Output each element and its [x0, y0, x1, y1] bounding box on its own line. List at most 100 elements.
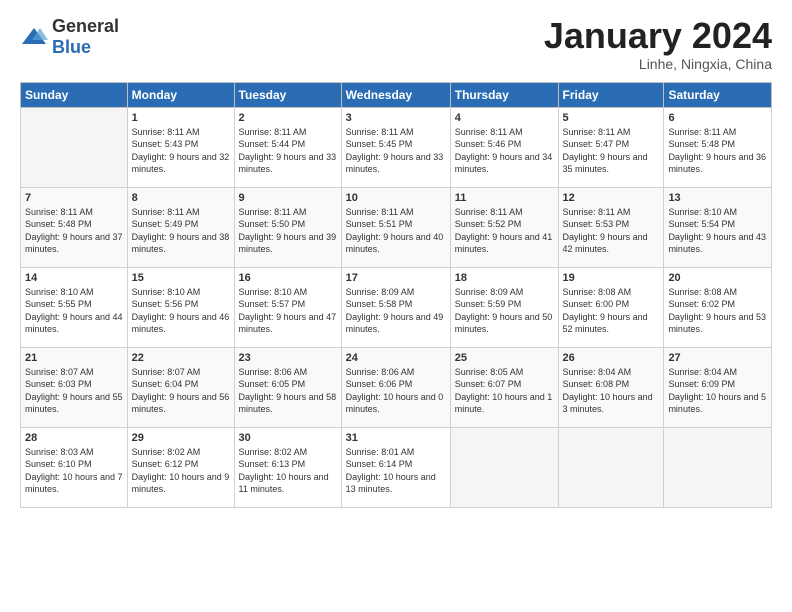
day-number: 25 — [455, 352, 554, 364]
day-info: Sunrise: 8:11 AMSunset: 5:49 PMDaylight:… — [132, 206, 230, 256]
table-row: 23 Sunrise: 8:06 AMSunset: 6:05 PMDayligh… — [234, 347, 341, 427]
day-info: Sunrise: 8:06 AMSunset: 6:06 PMDaylight:… — [346, 366, 446, 416]
table-row: 16Sunrise: 8:10 AMSunset: 5:57 PMDayligh… — [234, 267, 341, 347]
table-row: 18 Sunrise: 8:09 AMSunset: 5:59 PMDayligh… — [450, 267, 558, 347]
header-row: Sunday Monday Tuesday Wednesday Thursday… — [21, 82, 772, 107]
table-row: 19 Sunrise: 8:08 AMSunset: 6:00 PMDayligh… — [558, 267, 664, 347]
month-title: January 2024 — [544, 16, 772, 56]
table-row — [450, 427, 558, 507]
day-info: Sunrise: 8:08 AMSunset: 6:00 PMDaylight:… — [563, 286, 660, 336]
table-row: 20 Sunrise: 8:08 AMSunset: 6:02 PMDayligh… — [664, 267, 772, 347]
day-info: Sunrise: 8:11 AMSunset: 5:47 PMDaylight:… — [563, 126, 660, 176]
day-info: Sunrise: 8:02 AMSunset: 6:12 PMDaylight:… — [132, 446, 230, 496]
day-number: 18 — [455, 272, 554, 284]
table-row: 6Sunrise: 8:11 AMSunset: 5:48 PMDaylight… — [664, 107, 772, 187]
day-number: 22 — [132, 352, 230, 364]
table-row: 4Sunrise: 8:11 AMSunset: 5:46 PMDaylight… — [450, 107, 558, 187]
title-area: January 2024 Linhe, Ningxia, China — [544, 16, 772, 72]
day-number: 1 — [132, 112, 230, 124]
col-monday: Monday — [127, 82, 234, 107]
table-row: 21Sunrise: 8:07 AMSunset: 6:03 PMDayligh… — [21, 347, 128, 427]
table-row: 14 Sunrise: 8:10 AMSunset: 5:55 PMDayligh… — [21, 267, 128, 347]
day-info: Sunrise: 8:01 AMSunset: 6:14 PMDaylight:… — [346, 446, 446, 496]
table-row: 28Sunrise: 8:03 AMSunset: 6:10 PMDayligh… — [21, 427, 128, 507]
table-row: 2Sunrise: 8:11 AMSunset: 5:44 PMDaylight… — [234, 107, 341, 187]
day-number: 12 — [563, 192, 660, 204]
day-info: Sunrise: 8:10 AMSunset: 5:55 PMDaylight:… — [25, 286, 123, 336]
day-info: Sunrise: 8:11 AMSunset: 5:53 PMDaylight:… — [563, 206, 660, 256]
table-row: 11Sunrise: 8:11 AMSunset: 5:52 PMDayligh… — [450, 187, 558, 267]
table-row — [558, 427, 664, 507]
day-info: Sunrise: 8:08 AMSunset: 6:02 PMDaylight:… — [668, 286, 767, 336]
table-row: 24 Sunrise: 8:06 AMSunset: 6:06 PMDayligh… — [341, 347, 450, 427]
table-row: 3Sunrise: 8:11 AMSunset: 5:45 PMDaylight… — [341, 107, 450, 187]
day-number: 30 — [239, 432, 337, 444]
day-number: 29 — [132, 432, 230, 444]
table-row: 27 Sunrise: 8:04 AMSunset: 6:09 PMDayligh… — [664, 347, 772, 427]
day-info: Sunrise: 8:04 AMSunset: 6:08 PMDaylight:… — [563, 366, 660, 416]
day-info: Sunrise: 8:07 AMSunset: 6:03 PMDaylight:… — [25, 366, 123, 416]
day-info: Sunrise: 8:09 AMSunset: 5:58 PMDaylight:… — [346, 286, 446, 336]
calendar-week-row: 14 Sunrise: 8:10 AMSunset: 5:55 PMDayligh… — [21, 267, 772, 347]
table-row: 22 Sunrise: 8:07 AMSunset: 6:04 PMDayligh… — [127, 347, 234, 427]
day-number: 20 — [668, 272, 767, 284]
day-number: 11 — [455, 192, 554, 204]
day-number: 13 — [668, 192, 767, 204]
table-row: 26 Sunrise: 8:04 AMSunset: 6:08 PMDayligh… — [558, 347, 664, 427]
table-row: 9 Sunrise: 8:11 AMSunset: 5:50 PMDaylight… — [234, 187, 341, 267]
calendar-week-row: 28Sunrise: 8:03 AMSunset: 6:10 PMDayligh… — [21, 427, 772, 507]
day-info: Sunrise: 8:11 AMSunset: 5:48 PMDaylight:… — [25, 206, 123, 256]
page-container: General Blue January 2024 Linhe, Ningxia… — [0, 0, 792, 518]
day-info: Sunrise: 8:11 AMSunset: 5:50 PMDaylight:… — [239, 206, 337, 256]
table-row — [664, 427, 772, 507]
day-number: 7 — [25, 192, 123, 204]
table-row — [21, 107, 128, 187]
day-number: 27 — [668, 352, 767, 364]
day-info: Sunrise: 8:02 AMSunset: 6:13 PMDaylight:… — [239, 446, 337, 496]
day-number: 23 — [239, 352, 337, 364]
logo-icon — [20, 26, 48, 48]
day-info: Sunrise: 8:09 AMSunset: 5:59 PMDaylight:… — [455, 286, 554, 336]
day-number: 5 — [563, 112, 660, 124]
logo-general: General — [52, 16, 119, 36]
table-row: 31 Sunrise: 8:01 AMSunset: 6:14 PMDayligh… — [341, 427, 450, 507]
table-row: 15Sunrise: 8:10 AMSunset: 5:56 PMDayligh… — [127, 267, 234, 347]
header: General Blue January 2024 Linhe, Ningxia… — [20, 16, 772, 72]
logo: General Blue — [20, 16, 119, 58]
day-info: Sunrise: 8:07 AMSunset: 6:04 PMDaylight:… — [132, 366, 230, 416]
day-info: Sunrise: 8:11 AMSunset: 5:48 PMDaylight:… — [668, 126, 767, 176]
table-row: 25 Sunrise: 8:05 AMSunset: 6:07 PMDayligh… — [450, 347, 558, 427]
day-info: Sunrise: 8:11 AMSunset: 5:51 PMDaylight:… — [346, 206, 446, 256]
col-tuesday: Tuesday — [234, 82, 341, 107]
table-row: 30 Sunrise: 8:02 AMSunset: 6:13 PMDayligh… — [234, 427, 341, 507]
day-info: Sunrise: 8:10 AMSunset: 5:54 PMDaylight:… — [668, 206, 767, 256]
day-number: 3 — [346, 112, 446, 124]
table-row: 17Sunrise: 8:09 AMSunset: 5:58 PMDayligh… — [341, 267, 450, 347]
col-sunday: Sunday — [21, 82, 128, 107]
day-number: 26 — [563, 352, 660, 364]
calendar-week-row: 7 Sunrise: 8:11 AMSunset: 5:48 PMDaylight… — [21, 187, 772, 267]
calendar-week-row: 21Sunrise: 8:07 AMSunset: 6:03 PMDayligh… — [21, 347, 772, 427]
logo-text: General Blue — [52, 16, 119, 58]
day-number: 9 — [239, 192, 337, 204]
day-info: Sunrise: 8:10 AMSunset: 5:56 PMDaylight:… — [132, 286, 230, 336]
day-info: Sunrise: 8:06 AMSunset: 6:05 PMDaylight:… — [239, 366, 337, 416]
table-row: 29 Sunrise: 8:02 AMSunset: 6:12 PMDayligh… — [127, 427, 234, 507]
table-row: 13 Sunrise: 8:10 AMSunset: 5:54 PMDayligh… — [664, 187, 772, 267]
table-row: 10Sunrise: 8:11 AMSunset: 5:51 PMDayligh… — [341, 187, 450, 267]
day-info: Sunrise: 8:04 AMSunset: 6:09 PMDaylight:… — [668, 366, 767, 416]
day-number: 24 — [346, 352, 446, 364]
table-row: 1 Sunrise: 8:11 AMSunset: 5:43 PMDaylight… — [127, 107, 234, 187]
day-info: Sunrise: 8:11 AMSunset: 5:43 PMDaylight:… — [132, 126, 230, 176]
day-number: 4 — [455, 112, 554, 124]
col-friday: Friday — [558, 82, 664, 107]
table-row: 5 Sunrise: 8:11 AMSunset: 5:47 PMDaylight… — [558, 107, 664, 187]
day-number: 19 — [563, 272, 660, 284]
calendar-table: Sunday Monday Tuesday Wednesday Thursday… — [20, 82, 772, 508]
col-thursday: Thursday — [450, 82, 558, 107]
day-number: 31 — [346, 432, 446, 444]
day-info: Sunrise: 8:05 AMSunset: 6:07 PMDaylight:… — [455, 366, 554, 416]
day-info: Sunrise: 8:10 AMSunset: 5:57 PMDaylight:… — [239, 286, 337, 336]
location: Linhe, Ningxia, China — [544, 56, 772, 72]
day-number: 14 — [25, 272, 123, 284]
